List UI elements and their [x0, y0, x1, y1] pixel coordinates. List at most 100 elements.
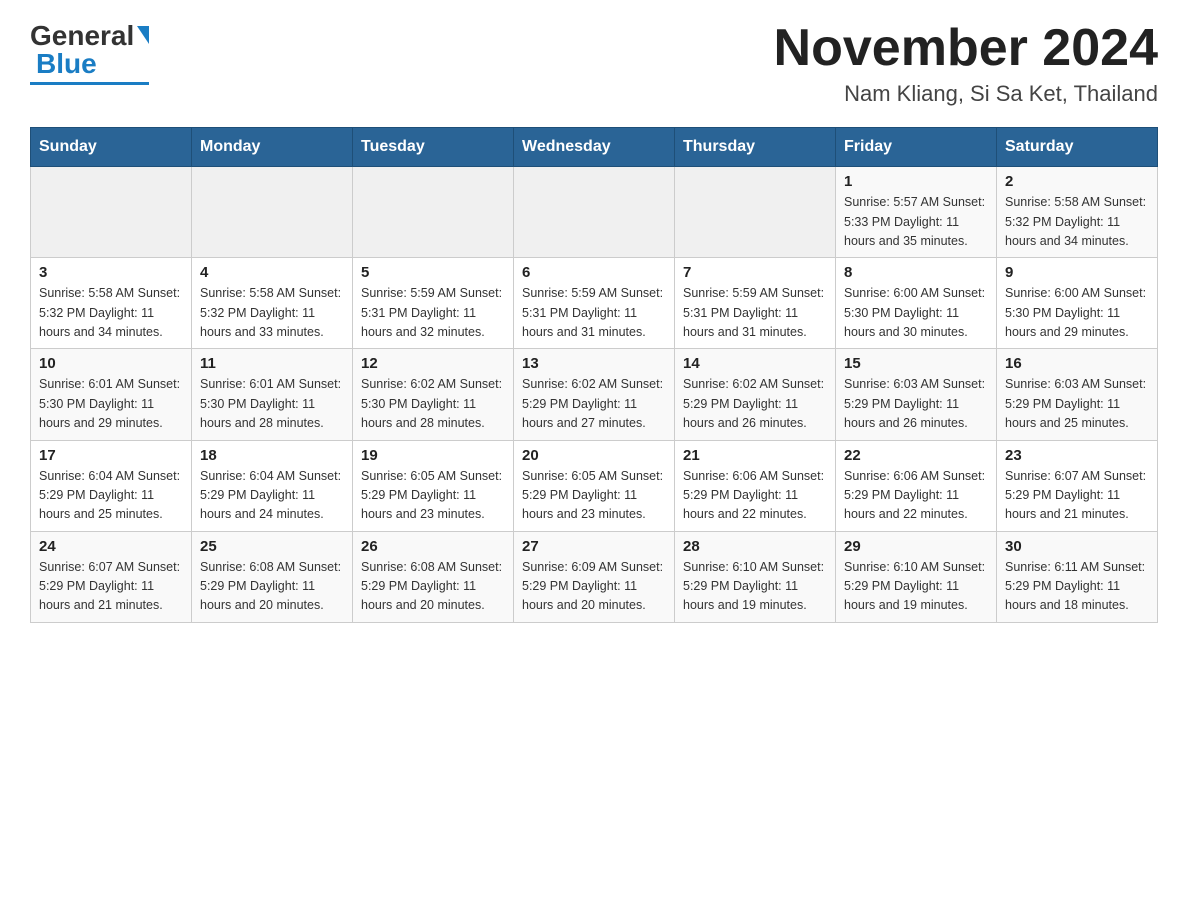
day-number: 17: [39, 447, 183, 464]
table-row: 3 Sunrise: 5:58 AM Sunset: 5:32 PM Daylig…: [31, 258, 192, 349]
day-number: 21: [683, 447, 827, 464]
day-info: Sunrise: 6:03 AM Sunset: 5:29 PM Dayligh…: [1005, 375, 1149, 433]
logo-blue-text: Blue: [36, 48, 97, 80]
col-sunday: Sunday: [31, 128, 192, 167]
calendar-header-row: Sunday Monday Tuesday Wednesday Thursday…: [31, 128, 1158, 167]
day-info: Sunrise: 5:57 AM Sunset: 5:33 PM Dayligh…: [844, 193, 988, 251]
logo-triangle-icon: [137, 26, 149, 44]
day-info: Sunrise: 6:03 AM Sunset: 5:29 PM Dayligh…: [844, 375, 988, 433]
table-row: 10 Sunrise: 6:01 AM Sunset: 5:30 PM Dayli…: [31, 349, 192, 440]
table-row: 2 Sunrise: 5:58 AM Sunset: 5:32 PM Daylig…: [997, 167, 1158, 258]
day-number: 9: [1005, 264, 1149, 281]
table-row: 11Sunrise: 6:01 AM Sunset: 5:30 PM Dayli…: [192, 349, 353, 440]
day-number: 19: [361, 447, 505, 464]
day-info: Sunrise: 6:02 AM Sunset: 5:29 PM Dayligh…: [522, 375, 666, 433]
day-info: Sunrise: 6:11 AM Sunset: 5:29 PM Dayligh…: [1005, 558, 1149, 616]
table-row: 6 Sunrise: 5:59 AM Sunset: 5:31 PM Daylig…: [514, 258, 675, 349]
table-row: 27Sunrise: 6:09 AM Sunset: 5:29 PM Dayli…: [514, 531, 675, 622]
day-info: Sunrise: 5:58 AM Sunset: 5:32 PM Dayligh…: [200, 284, 344, 342]
table-row: [192, 167, 353, 258]
table-row: 23 Sunrise: 6:07 AM Sunset: 5:29 PM Dayli…: [997, 440, 1158, 531]
calendar-week-row: 1 Sunrise: 5:57 AM Sunset: 5:33 PM Daylig…: [31, 167, 1158, 258]
table-row: 7 Sunrise: 5:59 AM Sunset: 5:31 PM Daylig…: [675, 258, 836, 349]
day-info: Sunrise: 6:10 AM Sunset: 5:29 PM Dayligh…: [683, 558, 827, 616]
calendar-week-row: 10 Sunrise: 6:01 AM Sunset: 5:30 PM Dayli…: [31, 349, 1158, 440]
day-info: Sunrise: 6:06 AM Sunset: 5:29 PM Dayligh…: [844, 467, 988, 525]
logo: General Blue: [30, 20, 149, 85]
day-number: 25: [200, 538, 344, 555]
day-number: 6: [522, 264, 666, 281]
day-info: Sunrise: 5:59 AM Sunset: 5:31 PM Dayligh…: [683, 284, 827, 342]
calendar-table: Sunday Monday Tuesday Wednesday Thursday…: [30, 127, 1158, 623]
day-number: 26: [361, 538, 505, 555]
table-row: 17Sunrise: 6:04 AM Sunset: 5:29 PM Dayli…: [31, 440, 192, 531]
table-row: 26 Sunrise: 6:08 AM Sunset: 5:29 PM Dayli…: [353, 531, 514, 622]
calendar-week-row: 17 Sunrise: 6:04 AM Sunset: 5:29 PM Dayli…: [31, 440, 1158, 531]
table-row: 29Sunrise: 6:10 AM Sunset: 5:29 PM Dayli…: [836, 531, 997, 622]
day-info: Sunrise: 6:01 AM Sunset: 5:30 PM Dayligh…: [39, 375, 183, 433]
day-info: Sunrise: 5:59 AM Sunset: 5:31 PM Dayligh…: [522, 284, 666, 342]
day-number: 30: [1005, 538, 1149, 555]
day-number: 18: [200, 447, 344, 464]
title-block: November 2024 Nam Kliang, Si Sa Ket, Tha…: [774, 20, 1158, 107]
day-number: 16: [1005, 355, 1149, 372]
day-number: 23: [1005, 447, 1149, 464]
table-row: 20Sunrise: 6:05 AM Sunset: 5:29 PM Dayli…: [514, 440, 675, 531]
month-title: November 2024: [774, 20, 1158, 77]
day-info: Sunrise: 6:10 AM Sunset: 5:29 PM Dayligh…: [844, 558, 988, 616]
day-info: Sunrise: 5:58 AM Sunset: 5:32 PM Dayligh…: [1005, 193, 1149, 251]
table-row: 12 Sunrise: 6:02 AM Sunset: 5:30 PM Dayli…: [353, 349, 514, 440]
day-number: 1: [844, 173, 988, 190]
table-row: 16 Sunrise: 6:03 AM Sunset: 5:29 PM Dayli…: [997, 349, 1158, 440]
calendar-week-row: 24 Sunrise: 6:07 AM Sunset: 5:29 PM Dayli…: [31, 531, 1158, 622]
table-row: 9Sunrise: 6:00 AM Sunset: 5:30 PM Daylig…: [997, 258, 1158, 349]
day-number: 2: [1005, 173, 1149, 190]
table-row: 25Sunrise: 6:08 AM Sunset: 5:29 PM Dayli…: [192, 531, 353, 622]
day-info: Sunrise: 6:02 AM Sunset: 5:29 PM Dayligh…: [683, 375, 827, 433]
table-row: 5Sunrise: 5:59 AM Sunset: 5:31 PM Daylig…: [353, 258, 514, 349]
day-number: 10: [39, 355, 183, 372]
col-thursday: Thursday: [675, 128, 836, 167]
table-row: 13Sunrise: 6:02 AM Sunset: 5:29 PM Dayli…: [514, 349, 675, 440]
table-row: 14 Sunrise: 6:02 AM Sunset: 5:29 PM Dayli…: [675, 349, 836, 440]
day-info: Sunrise: 6:02 AM Sunset: 5:30 PM Dayligh…: [361, 375, 505, 433]
day-info: Sunrise: 5:58 AM Sunset: 5:32 PM Dayligh…: [39, 284, 183, 342]
day-number: 8: [844, 264, 988, 281]
calendar-week-row: 3 Sunrise: 5:58 AM Sunset: 5:32 PM Daylig…: [31, 258, 1158, 349]
table-row: 22 Sunrise: 6:06 AM Sunset: 5:29 PM Dayli…: [836, 440, 997, 531]
day-number: 12: [361, 355, 505, 372]
day-number: 3: [39, 264, 183, 281]
page-header: General Blue November 2024 Nam Kliang, S…: [30, 20, 1158, 107]
day-info: Sunrise: 6:00 AM Sunset: 5:30 PM Dayligh…: [844, 284, 988, 342]
table-row: 21 Sunrise: 6:06 AM Sunset: 5:29 PM Dayli…: [675, 440, 836, 531]
day-number: 24: [39, 538, 183, 555]
day-info: Sunrise: 6:07 AM Sunset: 5:29 PM Dayligh…: [39, 558, 183, 616]
table-row: 4 Sunrise: 5:58 AM Sunset: 5:32 PM Daylig…: [192, 258, 353, 349]
day-info: Sunrise: 6:04 AM Sunset: 5:29 PM Dayligh…: [200, 467, 344, 525]
day-number: 11: [200, 355, 344, 372]
table-row: 15 Sunrise: 6:03 AM Sunset: 5:29 PM Dayli…: [836, 349, 997, 440]
day-number: 15: [844, 355, 988, 372]
col-saturday: Saturday: [997, 128, 1158, 167]
col-tuesday: Tuesday: [353, 128, 514, 167]
table-row: 1 Sunrise: 5:57 AM Sunset: 5:33 PM Daylig…: [836, 167, 997, 258]
table-row: 8 Sunrise: 6:00 AM Sunset: 5:30 PM Daylig…: [836, 258, 997, 349]
day-info: Sunrise: 6:05 AM Sunset: 5:29 PM Dayligh…: [522, 467, 666, 525]
day-number: 7: [683, 264, 827, 281]
logo-underline: [30, 82, 149, 85]
table-row: 18 Sunrise: 6:04 AM Sunset: 5:29 PM Dayli…: [192, 440, 353, 531]
table-row: [353, 167, 514, 258]
day-info: Sunrise: 6:06 AM Sunset: 5:29 PM Dayligh…: [683, 467, 827, 525]
table-row: 28Sunrise: 6:10 AM Sunset: 5:29 PM Dayli…: [675, 531, 836, 622]
day-number: 4: [200, 264, 344, 281]
day-info: Sunrise: 6:08 AM Sunset: 5:29 PM Dayligh…: [361, 558, 505, 616]
day-info: Sunrise: 5:59 AM Sunset: 5:31 PM Dayligh…: [361, 284, 505, 342]
day-info: Sunrise: 6:09 AM Sunset: 5:29 PM Dayligh…: [522, 558, 666, 616]
table-row: 30 Sunrise: 6:11 AM Sunset: 5:29 PM Dayli…: [997, 531, 1158, 622]
col-monday: Monday: [192, 128, 353, 167]
day-number: 22: [844, 447, 988, 464]
day-info: Sunrise: 6:07 AM Sunset: 5:29 PM Dayligh…: [1005, 467, 1149, 525]
day-info: Sunrise: 6:05 AM Sunset: 5:29 PM Dayligh…: [361, 467, 505, 525]
col-friday: Friday: [836, 128, 997, 167]
day-number: 14: [683, 355, 827, 372]
